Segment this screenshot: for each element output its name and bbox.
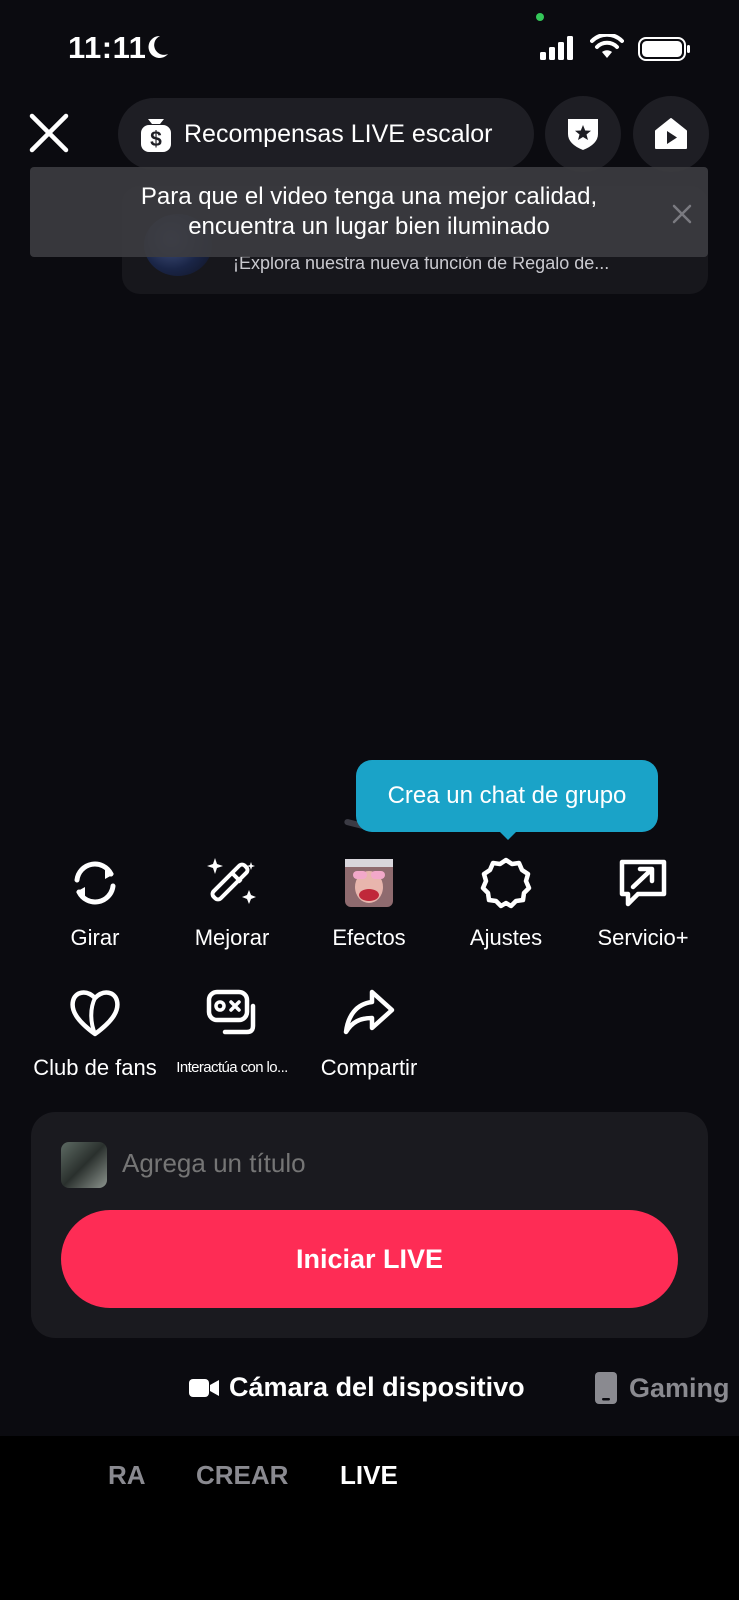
toast-close-icon[interactable] (671, 203, 693, 225)
signal-icon (540, 36, 573, 60)
privacy-indicator (536, 13, 544, 21)
toast-line-1: Para que el video tenga una mejor calida… (140, 183, 598, 210)
tool-label: Compartir (320, 1055, 418, 1080)
tool-mejorar[interactable]: Mejorar (163, 855, 301, 951)
shield-star-icon (568, 119, 598, 150)
mode-tab-crear[interactable]: CREAR (196, 1460, 288, 1491)
live-center-button[interactable] (633, 96, 709, 172)
game-chat-icon (204, 985, 260, 1041)
video-camera-icon (189, 1378, 219, 1397)
heart-icon (67, 985, 123, 1041)
tool-compartir[interactable]: Compartir (300, 985, 438, 1081)
title-input[interactable] (122, 1148, 622, 1179)
wifi-icon (590, 34, 624, 58)
avatar[interactable] (61, 1142, 107, 1188)
tool-label: Interactúa con lo... (176, 1059, 288, 1076)
tool-interactua[interactable]: Interactúa con lo... (163, 985, 301, 1076)
group-chat-tooltip[interactable]: Crea un chat de grupo (356, 760, 658, 832)
source-gaming[interactable]: Gaming (595, 1372, 730, 1404)
close-icon[interactable] (26, 110, 72, 156)
tooltip-arrow (496, 828, 520, 840)
tool-ajustes[interactable]: Ajustes (437, 855, 575, 951)
magic-wand-icon (204, 855, 260, 911)
tool-label: Servicio+ (597, 925, 689, 950)
tool-club-de-fans[interactable]: Club de fans (26, 985, 164, 1081)
moon-icon (148, 35, 168, 58)
service-arrow-icon (615, 855, 671, 911)
rotate-icon (67, 855, 123, 911)
mode-tab-partial[interactable]: RA (108, 1460, 146, 1491)
tool-girar[interactable]: Girar (26, 855, 164, 951)
status-time: 11:11 (68, 30, 147, 65)
tool-label: Girar (70, 925, 120, 950)
rewards-button[interactable]: $ Recompensas LIVE escalor (118, 98, 534, 170)
tool-label: Efectos (332, 925, 406, 950)
tool-efectos[interactable]: Efectos (300, 855, 438, 951)
money-bag-icon: $ (141, 119, 171, 152)
share-arrow-icon (341, 985, 397, 1041)
shield-button[interactable] (545, 96, 621, 172)
source-gaming-label: Gaming (629, 1372, 730, 1403)
toast-line-2: encuentra un lugar bien iluminado (188, 213, 550, 240)
settings-gear-icon (478, 855, 534, 911)
lighting-toast: Para que el video tenga una mejor calida… (30, 167, 708, 257)
svg-text:$: $ (150, 128, 162, 151)
tool-label: Mejorar (194, 925, 270, 950)
battery-icon (638, 37, 690, 61)
start-live-button[interactable]: Iniciar LIVE (61, 1210, 678, 1308)
tool-label: Ajustes (469, 925, 543, 950)
rewards-label: Recompensas LIVE escalor (184, 119, 493, 148)
source-camera[interactable]: Cámara del dispositivo (189, 1372, 525, 1403)
mode-tab-live[interactable]: LIVE (340, 1460, 398, 1491)
phone-icon (595, 1372, 617, 1404)
tool-servicio[interactable]: Servicio+ (574, 855, 712, 951)
effects-thumbnail (341, 855, 397, 911)
source-camera-label: Cámara del dispositivo (229, 1372, 525, 1402)
play-house-icon (655, 118, 687, 149)
tool-label: Club de fans (33, 1055, 157, 1080)
